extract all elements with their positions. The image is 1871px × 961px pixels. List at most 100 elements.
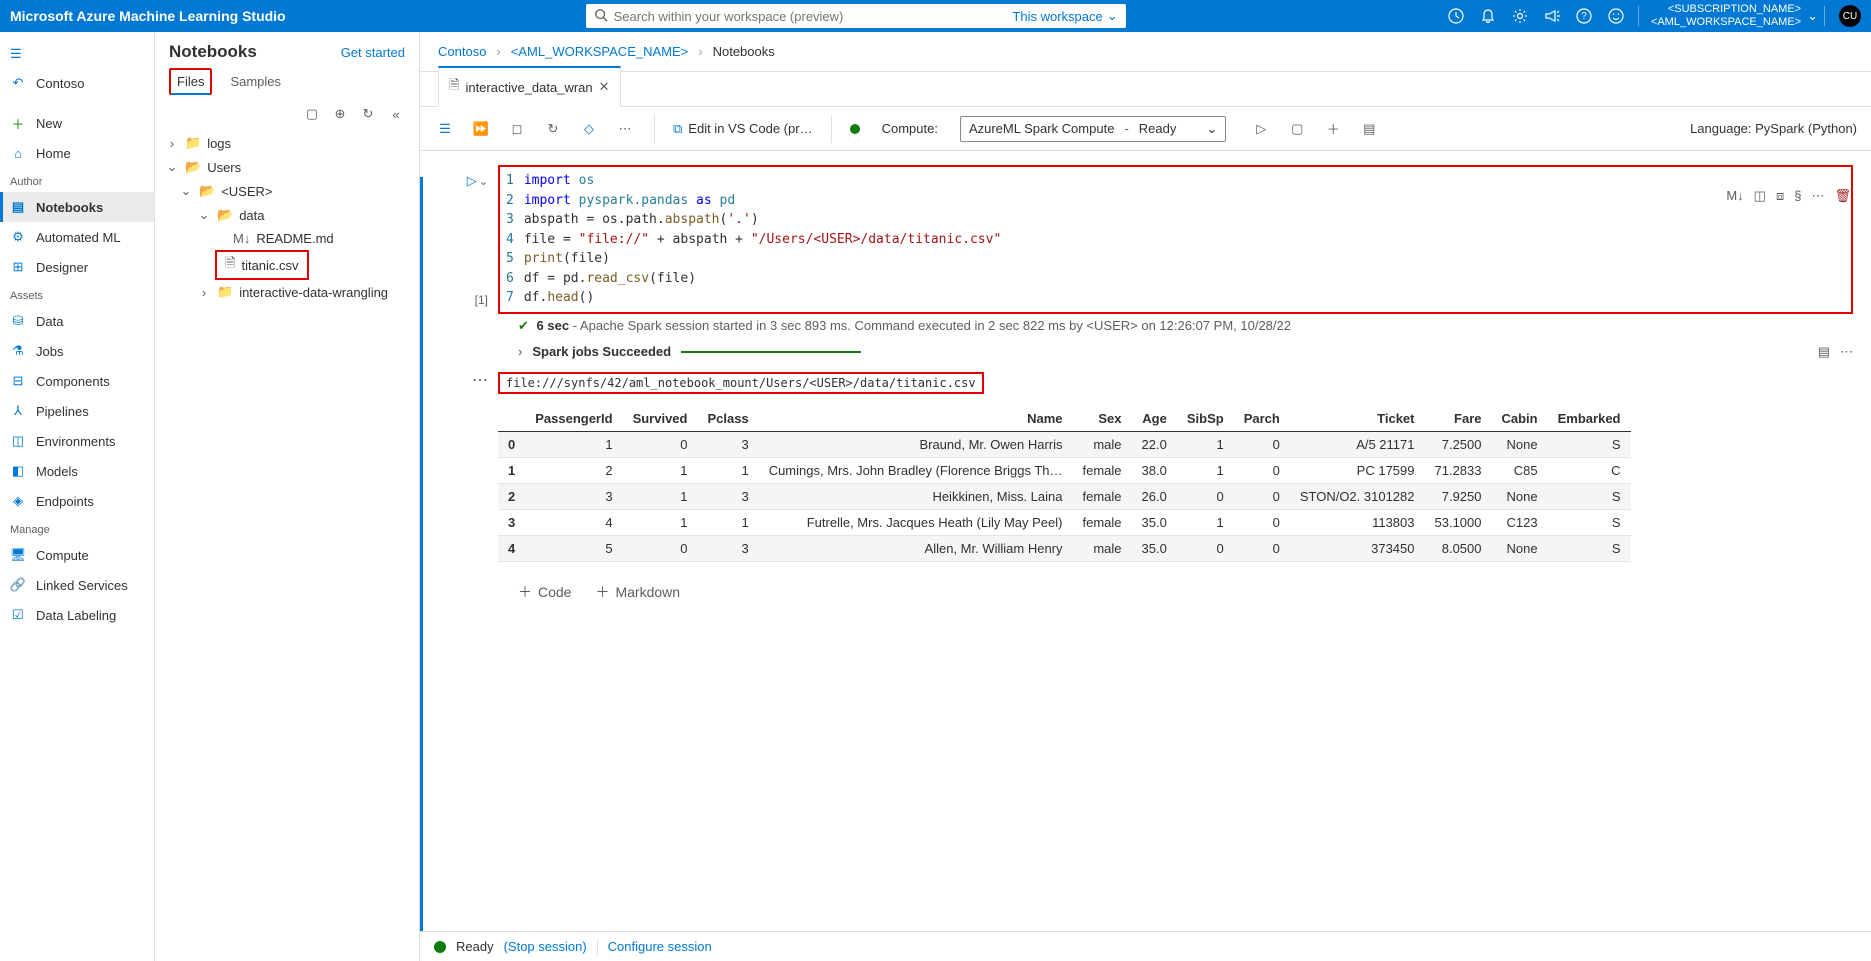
stop-icon[interactable]: ◻ [506, 118, 528, 140]
search-scope-dropdown[interactable]: This workspace ⌄ [1012, 8, 1117, 24]
bell-icon[interactable] [1472, 0, 1504, 32]
chevron-down-icon: ⌄ [479, 175, 488, 188]
crumb-contoso[interactable]: Contoso [438, 44, 486, 59]
stop-session-link[interactable]: (Stop session) [504, 939, 587, 954]
run-compute-icon[interactable]: ▷ [1250, 118, 1272, 140]
restart-icon[interactable]: ↻ [542, 118, 564, 140]
chevron-right-icon: › [165, 136, 179, 151]
nav-data-labeling[interactable]: ☑ Data Labeling [0, 600, 154, 630]
delete-cell-icon[interactable]: 🗑 [1834, 188, 1851, 204]
spark-jobs-row[interactable]: › Spark jobs Succeeded ▤ ⋯ [498, 338, 1853, 366]
column-header: Parch [1234, 406, 1290, 432]
add-markdown-button[interactable]: ＋ Markdown [595, 582, 680, 602]
megaphone-icon[interactable] [1536, 0, 1568, 32]
workspace-switcher[interactable]: <SUBSCRIPTION_NAME> <AML_WORKSPACE_NAME> [1645, 3, 1807, 29]
nav-notebooks[interactable]: ▤ Notebooks [0, 192, 154, 222]
file-icon: 🗎 [225, 254, 235, 276]
run-all-icon[interactable]: ⏩ [470, 118, 492, 140]
nav-environments[interactable]: ◫ Environments [0, 426, 154, 456]
output-path: file:///synfs/42/aml_notebook_mount/User… [498, 372, 984, 394]
data-icon: ⛁ [10, 313, 26, 329]
tree-data-folder[interactable]: ⌄ 📂 data [161, 203, 413, 227]
language-label[interactable]: Language: PySpark (Python) [1690, 121, 1857, 136]
column-header: Cabin [1492, 406, 1548, 432]
add-compute-icon[interactable]: ＋ [1322, 118, 1344, 140]
smile-icon[interactable] [1600, 0, 1632, 32]
file-tab[interactable]: 🗎 interactive_data_wran ✕ [438, 66, 621, 107]
configure-session-link[interactable]: Configure session [608, 939, 712, 954]
gear-icon[interactable] [1504, 0, 1536, 32]
add-code-button[interactable]: ＋ Code [518, 582, 571, 602]
compute-list-icon[interactable]: ▤ [1358, 118, 1380, 140]
folder-open-icon: 📂 [217, 207, 233, 223]
terminal-icon[interactable]: ▢ [1286, 118, 1308, 140]
table-row: 4503Allen, Mr. William Henrymale35.00037… [498, 535, 1631, 561]
get-started-link[interactable]: Get started [341, 45, 405, 60]
side-panel-icon[interactable]: ◫ [1754, 188, 1766, 204]
tree-user[interactable]: ⌄ 📂 <USER> [161, 179, 413, 203]
top-header: Microsoft Azure Machine Learning Studio … [0, 0, 1871, 32]
collapse-icon[interactable]: « [387, 105, 405, 123]
nav-endpoints[interactable]: ◈ Endpoints [0, 486, 154, 516]
clear-icon[interactable]: ◇ [578, 118, 600, 140]
back-link[interactable]: ↶ Contoso [0, 68, 154, 98]
folder-icon: 📁 [217, 284, 233, 300]
column-header: Survived [623, 406, 698, 432]
chevron-down-icon: ⌄ [1807, 8, 1818, 24]
nav-components[interactable]: ⊟ Components [0, 366, 154, 396]
crumb-workspace[interactable]: <AML_WORKSPACE_NAME> [511, 44, 688, 59]
add-file-icon[interactable]: ⊕ [331, 105, 349, 123]
snippet-icon[interactable]: § [1794, 188, 1801, 204]
nav-pipelines[interactable]: ⅄ Pipelines [0, 396, 154, 426]
clock-icon[interactable] [1440, 0, 1472, 32]
nav-automated-ml[interactable]: ⚙ Automated ML [0, 222, 154, 252]
menu-icon[interactable]: ☰ [434, 118, 456, 140]
exec-count: [1] [475, 293, 488, 307]
avatar[interactable]: CU [1839, 5, 1861, 27]
compute-select[interactable]: AzureML Spark Compute - Ready ⌄ [960, 116, 1226, 142]
designer-icon: ⊞ [10, 259, 26, 275]
output-more-icon[interactable]: ⋯ [1840, 344, 1853, 360]
nav-data[interactable]: ⛁ Data [0, 306, 154, 336]
tree-logs[interactable]: › 📁 logs [161, 131, 413, 155]
tree-titanic[interactable]: 🗎 titanic.csv [215, 250, 309, 280]
tab-samples[interactable]: Samples [230, 68, 281, 95]
help-icon[interactable]: ? [1568, 0, 1600, 32]
nav-designer[interactable]: ⊞ Designer [0, 252, 154, 282]
tree-users[interactable]: ⌄ 📂 Users [161, 155, 413, 179]
nav-compute[interactable]: 🖥 Compute [0, 540, 154, 570]
refresh-icon[interactable]: ↻ [359, 105, 377, 123]
column-header: PassengerId [525, 406, 622, 432]
search-box[interactable]: This workspace ⌄ [586, 4, 1126, 28]
hamburger-icon[interactable]: ☰ [0, 40, 154, 68]
close-icon[interactable]: ✕ [599, 79, 610, 95]
progress-bar [681, 351, 861, 353]
notebook-icon: ▤ [10, 199, 26, 215]
nav-linked-services[interactable]: 🔗 Linked Services [0, 570, 154, 600]
run-cell-button[interactable]: ▷ ⌄ [467, 173, 488, 189]
split-icon[interactable]: ⧈ [1776, 188, 1784, 204]
tree-readme[interactable]: M↓ README.md [161, 227, 413, 250]
output-list-icon[interactable]: ▤ [1818, 344, 1830, 360]
column-header: Ticket [1290, 406, 1425, 432]
chevron-down-icon: ⌄ [1206, 121, 1217, 137]
more-icon[interactable]: ⋯ [614, 118, 636, 140]
nav-jobs[interactable]: ⚗ Jobs [0, 336, 154, 366]
nav-new[interactable]: ＋ New [0, 108, 154, 138]
tree-interactive[interactable]: › 📁 interactive-data-wrangling [161, 280, 413, 304]
back-arrow-icon: ↶ [10, 75, 26, 91]
nav-home[interactable]: ⌂ Home [0, 138, 154, 168]
notebook-toolbar: ☰ ⏩ ◻ ↻ ◇ ⋯ ⧉ Edit in VS Code (pr… Compu… [420, 107, 1871, 151]
code-editor[interactable]: 1234567 import os import pyspark.pandas … [498, 165, 1853, 314]
cell-more-icon[interactable]: ⋯ [1811, 188, 1824, 204]
convert-markdown-icon[interactable]: M↓ [1726, 188, 1743, 204]
edit-in-vscode[interactable]: ⧉ Edit in VS Code (pr… [673, 121, 813, 137]
tab-files[interactable]: Files [169, 68, 212, 95]
nav-models[interactable]: ◧ Models [0, 456, 154, 486]
output-ellipsis[interactable]: ⋯ [448, 366, 488, 602]
breadcrumb: Contoso › <AML_WORKSPACE_NAME> › Noteboo… [420, 32, 1871, 72]
compute-status-dot [850, 124, 860, 134]
terminal-icon[interactable]: ▢ [303, 105, 321, 123]
search-input[interactable] [614, 9, 1005, 24]
column-header: Pclass [697, 406, 758, 432]
